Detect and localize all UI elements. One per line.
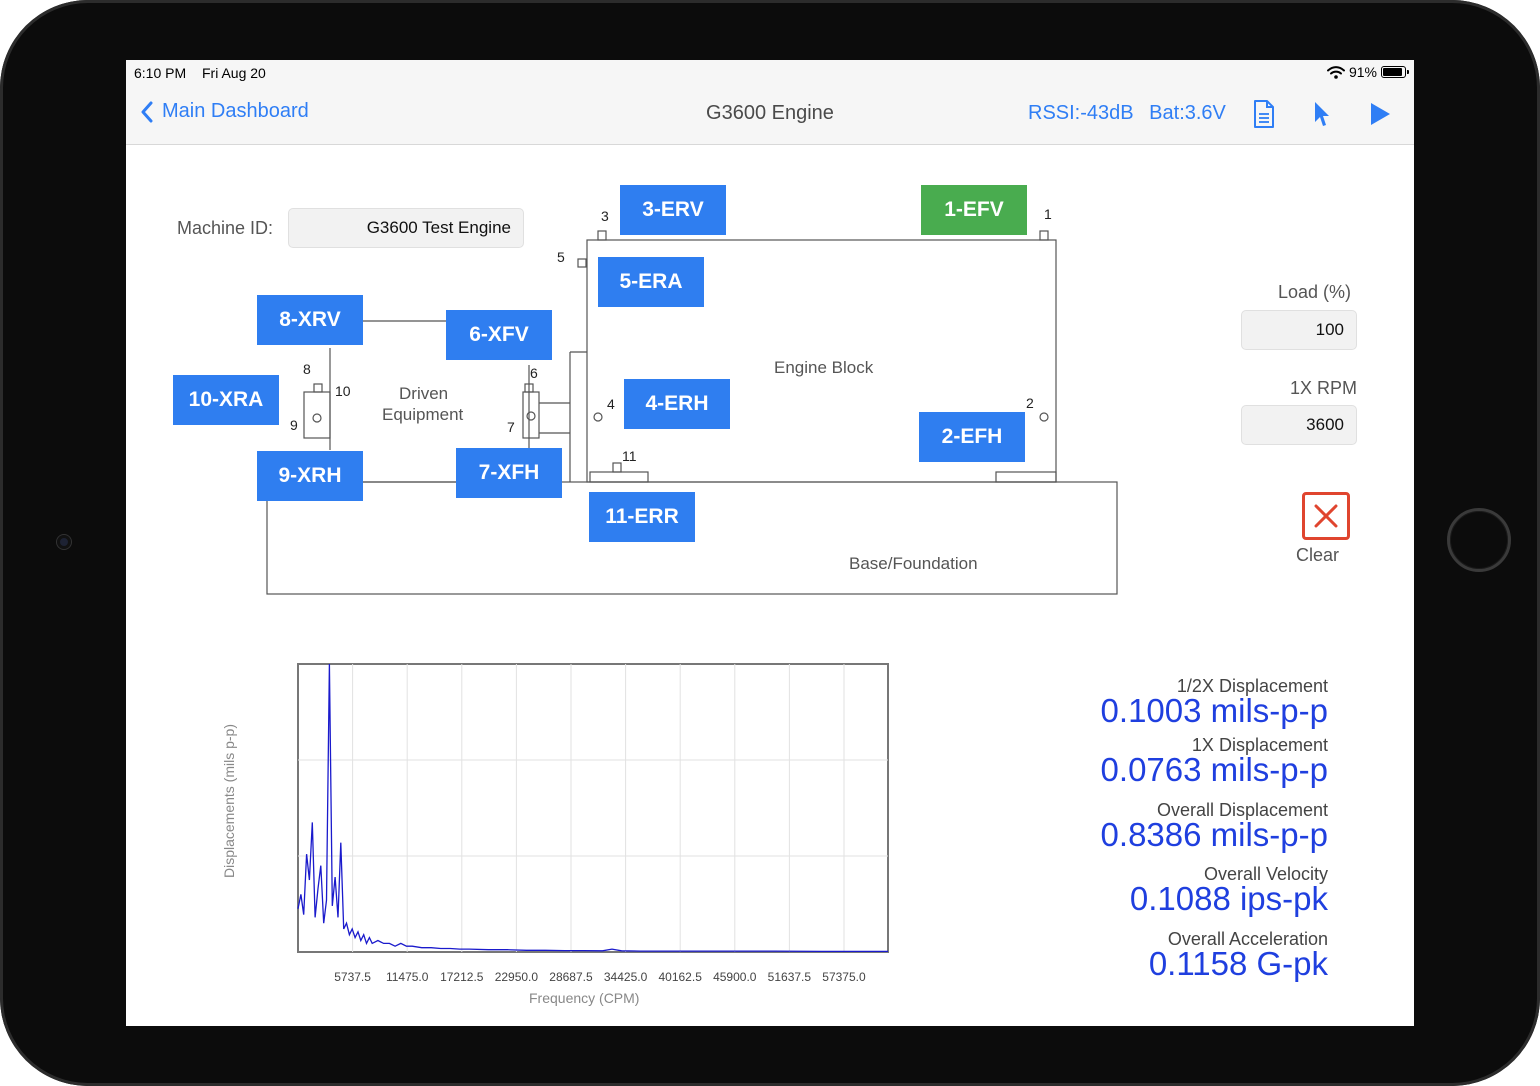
- point-number: 7: [507, 419, 515, 435]
- driven-equipment-label-2: Equipment: [382, 405, 464, 424]
- engine-block-label: Engine Block: [774, 358, 874, 377]
- camera: [57, 535, 71, 549]
- load-label: Load (%): [1278, 282, 1352, 302]
- rpm-field[interactable]: 3600: [1241, 405, 1357, 445]
- rpm-label: 1X RPM: [1290, 378, 1358, 398]
- sensor-button-2-efh[interactable]: 2-EFH: [919, 412, 1025, 462]
- point-number: 8: [303, 361, 311, 377]
- x-axis-label: Frequency (CPM): [529, 990, 640, 1006]
- point-number: 9: [290, 417, 298, 433]
- screen: 6:10 PM Fri Aug 20 91% Main Dashboard G3…: [126, 60, 1414, 1026]
- sensor-button-6-xfv[interactable]: 6-XFV: [446, 310, 552, 360]
- close-icon: [1314, 504, 1338, 528]
- sensor-button-5-era[interactable]: 5-ERA: [598, 257, 704, 307]
- point-number: 4: [607, 396, 615, 412]
- clear-button[interactable]: [1302, 492, 1350, 540]
- sensor-button-8-xrv[interactable]: 8-XRV: [257, 295, 363, 345]
- sensor-button-3-erv[interactable]: 3-ERV: [620, 185, 726, 235]
- sensor-button-4-erh[interactable]: 4-ERH: [624, 379, 730, 429]
- sensor-button-10-xra[interactable]: 10-XRA: [173, 375, 279, 425]
- point-number: 10: [335, 383, 351, 399]
- y-axis-label: Displacements (mils p-p): [221, 723, 237, 879]
- point-number: 11: [622, 448, 637, 464]
- x-tick-label: 57375.0: [822, 970, 866, 984]
- half-x-displacement-value: 0.1003 mils-p-p: [1100, 692, 1328, 729]
- point-number: 5: [557, 249, 565, 265]
- overall-displacement-value: 0.8386 mils-p-p: [1100, 816, 1328, 853]
- sensor-button-1-efv[interactable]: 1-EFV: [921, 185, 1027, 235]
- sensor-button-9-xrh[interactable]: 9-XRH: [257, 451, 363, 501]
- spectrum-chart: [297, 663, 889, 953]
- base-foundation-label: Base/Foundation: [849, 554, 978, 573]
- plot-area: [297, 663, 889, 953]
- point-number: 6: [530, 365, 538, 381]
- driven-equipment-label-1: Driven: [399, 384, 449, 403]
- point-number: 2: [1026, 395, 1034, 411]
- overall-acceleration-value: 0.1158 G-pk: [1148, 945, 1328, 982]
- point-number: 1: [1044, 206, 1052, 222]
- load-field[interactable]: 100: [1241, 310, 1357, 350]
- point-number: 3: [601, 208, 609, 224]
- clear-label: Clear: [1296, 545, 1340, 565]
- overall-velocity-value: 0.1088 ips-pk: [1129, 880, 1328, 917]
- sensor-button-11-err[interactable]: 11-ERR: [589, 492, 695, 542]
- one-x-displacement-value: 0.0763 mils-p-p: [1100, 751, 1328, 788]
- home-button[interactable]: [1447, 508, 1511, 572]
- sensor-button-7-xfh[interactable]: 7-XFH: [456, 448, 562, 498]
